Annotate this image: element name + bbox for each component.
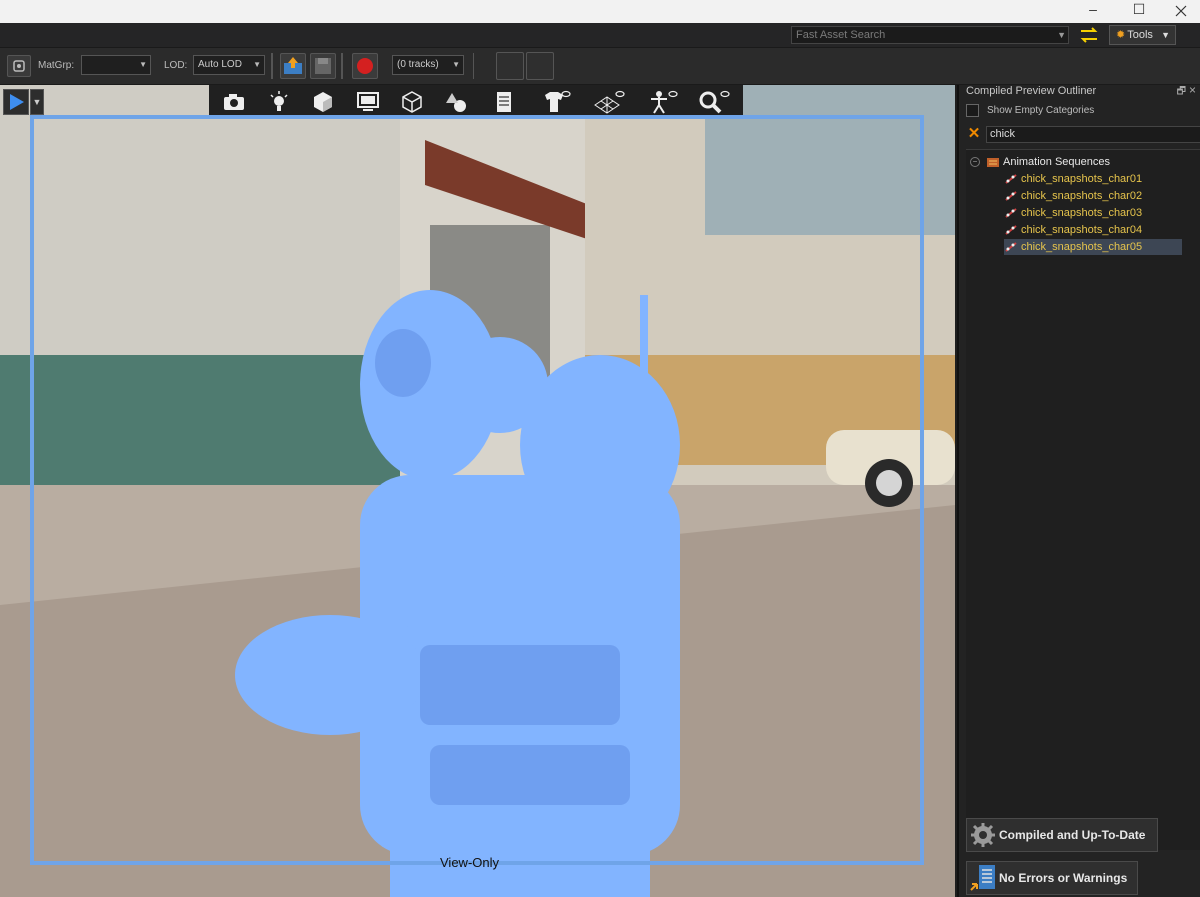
float-panel-icon[interactable]: 🗗	[1177, 85, 1186, 98]
lod-select[interactable]: Auto LOD ▼	[193, 55, 265, 75]
chevron-down-icon: ▼	[139, 60, 147, 69]
outliner-title-bar: Compiled Preview Outliner 🗗 ×	[966, 84, 1196, 101]
play-icon	[10, 94, 24, 110]
zoom-visibility-icon[interactable]	[697, 89, 730, 115]
tree-item-sequence[interactable]: chick_snapshots_char01	[1004, 171, 1182, 187]
tools-button-label: Tools	[1127, 29, 1153, 41]
outliner-search-input[interactable]: chick	[986, 126, 1200, 143]
cube-icon[interactable]	[310, 89, 336, 115]
chevron-down-icon[interactable]: ▼	[1057, 27, 1066, 43]
outliner-tree[interactable]: − Animation Sequences chick_snapshots_cha…	[966, 149, 1200, 850]
compiled-preview-outliner-panel: Compiled Preview Outliner 🗗 × Show Empty…	[957, 84, 1200, 897]
toolbar-divider	[341, 53, 343, 79]
tree-item-sequence[interactable]: chick_snapshots_char04	[1004, 222, 1182, 238]
gear-icon: ✹	[1116, 29, 1126, 41]
collapse-icon[interactable]: −	[970, 157, 980, 168]
tools-button[interactable]: ✹ Tools ▼	[1109, 25, 1176, 45]
compile-status-label: Compiled and Up-To-Date	[999, 828, 1146, 842]
tree-item-label: chick_snapshots_char03	[1021, 207, 1143, 219]
shapes-icon[interactable]	[443, 89, 469, 115]
window-title-bar: – ☐	[0, 0, 1200, 23]
outliner-title: Compiled Preview Outliner	[966, 85, 1097, 97]
top-bar: Fast Asset Search ▼ ✹ Tools ▼	[0, 23, 1200, 48]
toolbar-divider	[473, 53, 474, 79]
light-icon[interactable]	[266, 89, 292, 115]
chevron-down-icon: ▼	[452, 60, 460, 69]
tree-item-sequence-selected[interactable]: chick_snapshots_char05	[1004, 239, 1182, 255]
close-window-button[interactable]	[1162, 0, 1200, 23]
tracks-value: (0 tracks)	[397, 59, 439, 70]
tree-item-label: chick_snapshots_char01	[1021, 173, 1143, 185]
animation-sequence-icon	[1005, 208, 1017, 218]
monitor-icon[interactable]	[355, 89, 381, 115]
tree-category-animation-sequences[interactable]: − Animation Sequences	[970, 154, 1110, 170]
log-list-icon	[970, 865, 995, 891]
main-toolbar: MatGrp: ▼ LOD: Auto LOD ▼ (0 tracks) ▼	[0, 48, 1200, 85]
matgrp-label: MatGrp:	[38, 60, 75, 71]
tree-item-label: chick_snapshots_char02	[1021, 190, 1143, 202]
fast-asset-search-input[interactable]: Fast Asset Search ▼	[791, 26, 1069, 44]
chevron-down-icon: ▼	[1161, 30, 1170, 40]
toolbar-divider	[271, 53, 273, 79]
fast-asset-search-placeholder: Fast Asset Search	[796, 29, 886, 41]
tree-item-label: chick_snapshots_char05	[1021, 241, 1143, 253]
3d-viewport[interactable]: ▼ View-Only	[0, 85, 955, 897]
gear-icon	[971, 823, 995, 847]
animation-folder-icon	[987, 158, 999, 168]
tracks-select[interactable]: (0 tracks) ▼	[392, 55, 464, 75]
shirt-visibility-icon[interactable]	[541, 89, 571, 115]
tree-item-label: chick_snapshots_char04	[1021, 224, 1143, 236]
viewport-toolbar	[209, 85, 743, 118]
save-icon	[315, 58, 331, 74]
open-file-button[interactable]	[280, 53, 306, 79]
record-icon	[357, 58, 373, 74]
play-button[interactable]	[3, 89, 29, 115]
minimize-button[interactable]: –	[1070, 0, 1116, 23]
grid-visibility-icon[interactable]	[593, 89, 625, 115]
save-button[interactable]	[310, 53, 336, 79]
maximize-button[interactable]: ☐	[1116, 0, 1162, 23]
clear-search-icon[interactable]: ✕	[966, 126, 982, 142]
close-icon	[1175, 5, 1187, 17]
show-empty-categories-label: Show Empty Categories	[987, 105, 1095, 117]
animation-sequence-icon	[1005, 242, 1017, 252]
material-settings-button[interactable]	[7, 55, 31, 77]
viewport-status-text: View-Only	[440, 855, 500, 870]
tree-category-label: Animation Sequences	[1003, 156, 1111, 168]
camera-icon[interactable]	[221, 89, 247, 115]
skeleton-visibility-icon[interactable]	[646, 89, 678, 115]
play-options-dropdown[interactable]: ▼	[30, 89, 44, 115]
show-empty-categories-row[interactable]: Show Empty Categories	[966, 104, 1094, 120]
show-empty-categories-checkbox[interactable]	[966, 104, 979, 117]
viewport-selection-frame	[30, 115, 924, 865]
wireframe-cube-icon[interactable]	[399, 89, 425, 115]
folder-open-icon	[284, 57, 302, 74]
record-button[interactable]	[352, 53, 378, 79]
animation-sequence-icon	[1005, 191, 1017, 201]
swap-arrows-icon[interactable]	[1079, 26, 1099, 44]
tree-item-sequence[interactable]: chick_snapshots_char02	[1004, 188, 1182, 204]
animation-sequence-icon	[1005, 225, 1017, 235]
toolbar-empty-button-1[interactable]	[496, 52, 524, 80]
close-panel-icon[interactable]: ×	[1189, 84, 1196, 97]
errors-status-button[interactable]: No Errors or Warnings	[966, 861, 1138, 895]
document-icon[interactable]	[491, 89, 517, 115]
errors-status-label: No Errors or Warnings	[999, 871, 1128, 885]
tree-item-sequence[interactable]: chick_snapshots_char03	[1004, 205, 1182, 221]
toolbar-empty-button-2[interactable]	[526, 52, 554, 80]
compile-status-button[interactable]: Compiled and Up-To-Date	[966, 818, 1158, 852]
matgrp-select[interactable]: ▼	[81, 55, 151, 75]
lod-value: Auto LOD	[198, 59, 242, 70]
lod-label: LOD:	[164, 60, 188, 71]
chevron-down-icon: ▼	[253, 60, 261, 69]
outliner-search-row: ✕ chick	[966, 126, 1200, 144]
animation-sequence-icon	[1005, 174, 1017, 184]
